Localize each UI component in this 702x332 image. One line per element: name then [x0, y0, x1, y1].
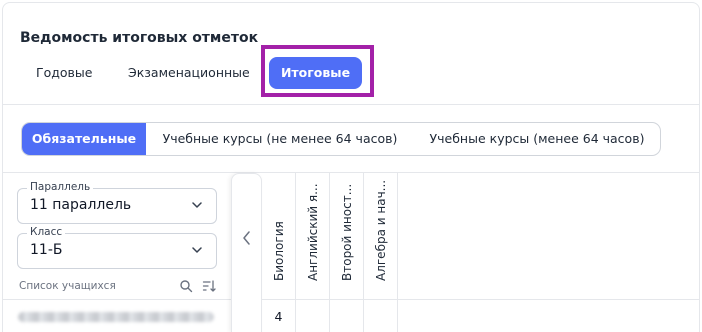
table-top-border	[3, 172, 699, 173]
divider	[3, 104, 699, 105]
collapse-panel-button[interactable]	[231, 173, 262, 332]
column-header-label: Второй иност...	[339, 183, 354, 281]
chevron-left-icon	[243, 231, 250, 245]
column-header-label: Алгебра и нач...	[373, 179, 388, 281]
class-select-value: 11-Б	[30, 242, 63, 258]
grade-cell[interactable]: 4	[262, 309, 295, 324]
page-title: Ведомость итоговых отметок	[20, 30, 259, 46]
column-header-label: Биология	[271, 221, 286, 281]
student-name-redacted[interactable]	[18, 312, 214, 322]
student-list-label: Список учащихся	[19, 280, 116, 292]
tab-highlight-frame	[261, 45, 374, 97]
row-divider	[3, 299, 231, 300]
column-header-biology[interactable]: Биология	[262, 177, 295, 295]
segment-mandatory[interactable]: Обязательные	[22, 123, 146, 155]
header-row-divider	[262, 299, 699, 300]
column-header-label: Английский я...	[305, 183, 320, 281]
tab-exam[interactable]: Экзаменационные	[128, 57, 250, 89]
segment-courses-64-plus[interactable]: Учебные курсы (не менее 64 часов)	[146, 123, 414, 155]
tab-annual[interactable]: Годовые	[36, 57, 93, 89]
column-header-english[interactable]: Английский я...	[296, 177, 329, 295]
parallel-select[interactable]: Параллель 11 параллель	[17, 181, 217, 224]
segment-courses-under-64[interactable]: Учебные курсы (менее 64 часов)	[414, 123, 660, 155]
column-header-second-language[interactable]: Второй иност...	[330, 177, 363, 295]
parallel-select-label: Параллель	[27, 181, 94, 193]
search-icon[interactable]	[179, 279, 193, 293]
class-select-label: Класс	[27, 226, 66, 238]
column-header-algebra[interactable]: Алгебра и нач...	[364, 177, 397, 295]
class-select[interactable]: Класс 11-Б	[17, 226, 217, 269]
parallel-select-value: 11 параллель	[30, 197, 132, 213]
chevron-down-icon	[192, 247, 202, 253]
grid-line	[397, 173, 398, 332]
sort-icon[interactable]	[202, 279, 216, 293]
course-type-segmented-control: Обязательные Учебные курсы (не менее 64 …	[21, 122, 661, 156]
chevron-down-icon	[192, 202, 202, 208]
